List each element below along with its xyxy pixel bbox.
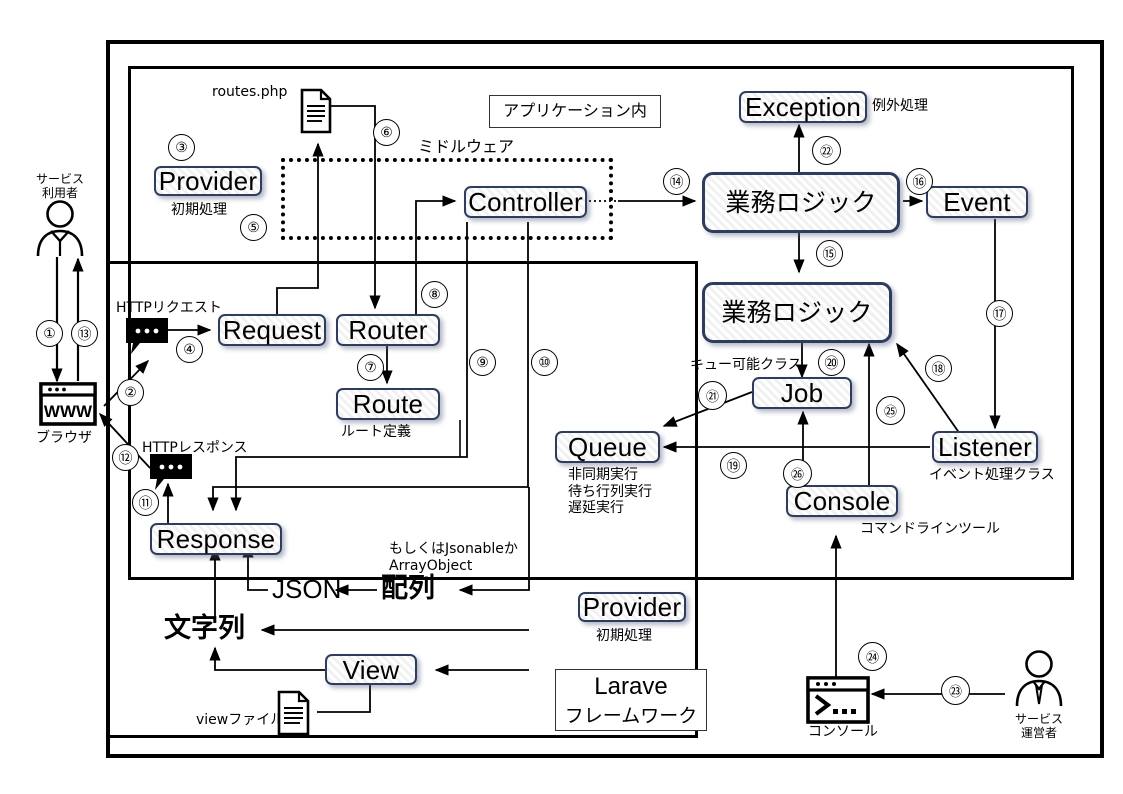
node-queue[interactable]: Queue [555,431,660,463]
array-text: 配列 [381,573,435,604]
node-request-label: Request [222,315,322,345]
view-file-label: viewファイル [196,712,285,728]
step-number-3: ③ [168,134,195,161]
app-scope-caption-box: アプリケーション内 [489,95,661,128]
node-queue-label: Queue [567,432,648,462]
framework-kana-label: フレームワーク [564,704,698,727]
listener-note: イベント処理クラス [929,467,1055,483]
node-view[interactable]: View [325,654,417,685]
node-provider-bottom-label: Provider [582,592,682,622]
node-controller-label: Controller [468,187,583,217]
node-event-label: Event [943,187,1011,217]
step-number-14: ⑭ [663,168,690,195]
job-note: キュー可能クラス [690,357,802,373]
step-number-9: ⑨ [469,349,496,376]
provider-top-note: 初期処理 [171,202,227,218]
service-operator-icon [1015,650,1063,707]
step-number-13: ⑬ [71,320,98,347]
console-device-icon [806,676,870,724]
service-user-label: サービス 利用者 [35,172,84,201]
console-device-label: コンソール [808,724,878,740]
framework-caption-box: Larave フレームワーク [555,669,707,731]
browser-label: ブラウザ [36,430,92,446]
node-provider-top-label: Provider [158,166,258,196]
service-operator-label: サービス 運営者 [1014,712,1063,741]
diagram-canvas: アプリケーション内 Larave フレームワーク サービス 利用者 WWW ブラ… [0,0,1123,794]
route-note: ルート定義 [341,424,411,440]
node-router[interactable]: Router [336,314,440,346]
http-request-bubble-icon [126,318,168,354]
step-number-7: ⑦ [357,354,384,381]
queue-note: 非同期実行 待ち行列実行 遅延実行 [568,467,652,517]
step-number-1: ① [36,320,63,347]
svg-text:WWW: WWW [44,402,93,421]
routes-php-label: routes.php [212,84,288,100]
json-text: JSON [272,574,342,604]
step-number-4: ④ [176,336,203,363]
step-number-8: ⑧ [421,281,448,308]
node-controller[interactable]: Controller [464,186,587,218]
service-user-icon [36,200,84,257]
step-number-24: ㉔ [858,642,887,671]
routes-php-file-icon [300,88,332,134]
node-view-label: View [342,654,400,685]
node-business-logic-top-label: 業務ロジック [725,188,877,217]
http-request-label: HTTPリクエスト [116,300,222,316]
string-text: 文字列 [164,613,245,644]
step-number-2: ② [117,379,144,406]
http-response-bubble-icon [150,454,192,490]
step-number-10: ⑩ [531,349,558,376]
node-provider-top[interactable]: Provider [154,166,262,196]
node-exception-label: Exception [745,92,861,122]
step-number-21: ㉑ [698,381,727,410]
node-business-logic-bottom-label: 業務ロジック [721,298,873,327]
node-business-logic-bottom[interactable]: 業務ロジック [702,282,892,343]
node-listener[interactable]: Listener [932,431,1038,463]
node-listener-label: Listener [937,432,1033,462]
middleware-label: ミドルウェア [418,137,515,156]
framework-name-label: Larave [594,672,668,700]
step-number-16: ⑯ [906,168,933,195]
step-number-20: ⑳ [818,349,845,376]
node-request[interactable]: Request [218,314,326,346]
node-router-label: Router [348,315,428,345]
node-event[interactable]: Event [926,186,1028,218]
node-response-label: Response [156,524,276,554]
node-route-label: Route [352,389,424,419]
app-scope-label: アプリケーション内 [503,101,647,121]
node-business-logic-top[interactable]: 業務ロジック [702,172,900,233]
step-number-23: ㉓ [941,676,970,705]
step-number-19: ⑲ [720,452,747,479]
node-console[interactable]: Console [786,485,898,517]
console-note: コマンドラインツール [860,521,1000,537]
step-number-6: ⑥ [373,119,400,146]
step-number-25: ㉕ [876,396,905,425]
node-response[interactable]: Response [150,523,282,555]
step-number-5: ⑤ [240,214,267,241]
array-note: もしくはJsonableか ArrayObject [389,541,518,574]
browser-icon: WWW [39,382,97,426]
step-number-26: ㉖ [783,459,812,488]
node-console-label: Console [793,486,891,516]
step-number-12: ⑫ [112,444,139,471]
node-exception[interactable]: Exception [739,91,867,123]
exception-note: 例外処理 [872,98,928,114]
node-provider-bottom[interactable]: Provider [578,592,686,622]
node-route[interactable]: Route [336,388,440,420]
view-file-icon [277,690,310,736]
step-number-17: ⑰ [986,300,1013,327]
node-job-label: Job [780,378,824,408]
step-number-11: ⑪ [132,489,159,516]
node-job[interactable]: Job [752,377,852,409]
provider-bottom-note: 初期処理 [596,628,652,644]
step-number-18: ⑱ [925,355,952,382]
step-number-22: ㉒ [812,136,841,165]
step-number-15: ⑮ [816,240,843,267]
